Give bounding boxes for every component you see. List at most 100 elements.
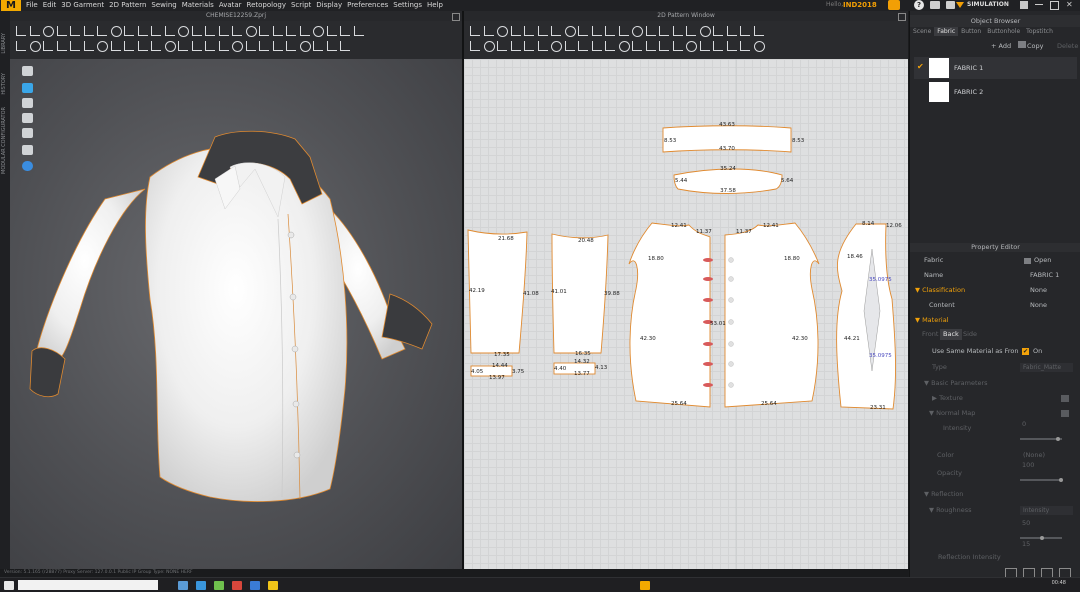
delete-button[interactable]: Delete <box>1057 42 1078 50</box>
toolbar-3d-tool-0-22-icon[interactable] <box>313 26 324 37</box>
toolbar-2d-tool-1-4-icon[interactable] <box>524 41 534 51</box>
toolbar-2d-tool-0-1-icon[interactable] <box>483 26 494 36</box>
toolbar-2d-tool-1-14-icon[interactable] <box>659 41 669 51</box>
toolbar-2d-tool-0-9-icon[interactable] <box>591 26 602 36</box>
fabric-item-1[interactable]: ✔ FABRIC 1 <box>914 57 1077 79</box>
toolbar-3d-tool-0-8-icon[interactable] <box>124 26 134 36</box>
toolbar-3d-tool-0-11-icon[interactable] <box>164 26 175 36</box>
taskbar-app-icon-3[interactable] <box>214 581 224 590</box>
tab-back[interactable]: Back <box>940 329 962 340</box>
window-icon[interactable] <box>1020 1 1028 9</box>
toolbar-3d-tool-0-24-icon[interactable] <box>340 26 350 36</box>
pattern-tool-icon[interactable] <box>22 83 33 93</box>
simulation-label[interactable]: SIMULATION <box>967 1 1009 8</box>
toolbar-2d-tool-1-13-icon[interactable] <box>645 41 656 51</box>
toolbar-3d-tool-0-15-icon[interactable] <box>218 26 229 36</box>
share-icon[interactable] <box>946 1 955 9</box>
toolbar-3d-tool-1-9-icon[interactable] <box>137 41 148 51</box>
toolbar-3d-tool-1-11-icon[interactable] <box>164 41 176 52</box>
toolbar-3d-tool-1-13-icon[interactable] <box>191 41 202 51</box>
toolbar-2d-tool-1-7-icon[interactable] <box>564 41 575 51</box>
toolbar-2d-tool-0-18-icon[interactable] <box>713 26 723 36</box>
menu-item-edit[interactable]: Edit <box>43 0 57 11</box>
toolbar-2d-tool-0-5-icon[interactable] <box>537 26 548 36</box>
taskbar-search-box[interactable] <box>18 580 158 590</box>
menu-item-display[interactable]: Display <box>316 0 342 11</box>
toolbar-3d-tool-0-10-icon[interactable] <box>151 26 161 36</box>
toolbar-2d-tool-0-20-icon[interactable] <box>740 26 750 36</box>
basic-params-toggle[interactable]: ▼ Basic Parameters <box>924 376 988 391</box>
toolbar-2d-tool-1-6-icon[interactable] <box>551 41 562 52</box>
toolbar-2d-tool-0-15-icon[interactable] <box>672 26 683 36</box>
roughness-toggle[interactable]: ▼ Roughness <box>929 503 972 518</box>
toolbar-3d-tool-0-4-icon[interactable] <box>70 26 80 36</box>
taskbar-app-icon-md[interactable] <box>640 581 650 590</box>
expand-3d-icon[interactable] <box>452 13 460 21</box>
toolbar-2d-tool-0-21-icon[interactable] <box>753 26 764 36</box>
start-icon[interactable] <box>4 581 14 590</box>
intensity-slider-knob[interactable] <box>1056 437 1060 441</box>
name-value[interactable]: FABRIC 1 <box>1030 268 1059 283</box>
toolbar-3d-tool-0-0-icon[interactable] <box>16 26 26 36</box>
toolbar-2d-tool-1-15-icon[interactable] <box>672 41 683 51</box>
taskbar-app-icon-2[interactable] <box>196 581 206 590</box>
toolbar-3d-tool-1-24-icon[interactable] <box>340 41 350 51</box>
toolbar-2d-tool-0-16-icon[interactable] <box>686 26 696 36</box>
viewport-3d[interactable] <box>10 59 462 569</box>
menu-item-file[interactable]: File <box>26 0 38 11</box>
toolbar-3d-tool-1-15-icon[interactable] <box>218 41 229 51</box>
toolbar-2d-tool-0-19-icon[interactable] <box>726 26 737 36</box>
toolbar-3d-tool-1-5-icon[interactable] <box>83 41 94 51</box>
toolbar-2d-tool-1-3-icon[interactable] <box>510 41 521 51</box>
person-tool-icon[interactable] <box>22 98 33 108</box>
classification-toggle[interactable]: ▼ Classification <box>915 283 965 298</box>
toolbar-3d-tool-1-20-icon[interactable] <box>286 41 296 51</box>
toolbar-2d-tool-1-1-icon[interactable] <box>483 41 495 52</box>
notification-icon[interactable] <box>888 0 900 10</box>
intensity-slider[interactable] <box>1020 437 1062 441</box>
close-icon[interactable]: ✕ <box>1066 0 1073 10</box>
toolbar-3d-tool-0-13-icon[interactable] <box>191 26 202 36</box>
toolbar-3d-tool-1-22-icon[interactable] <box>313 41 323 51</box>
opacity-slider[interactable] <box>1020 478 1063 482</box>
toolbar-3d-tool-1-3-icon[interactable] <box>56 41 67 51</box>
roughness-select[interactable]: Intensity <box>1020 506 1073 515</box>
use-same-checkbox[interactable]: ✔ <box>1022 348 1029 355</box>
toolbar-3d-tool-0-1-icon[interactable] <box>29 26 40 36</box>
tab-front[interactable]: Front <box>922 327 938 342</box>
toolbar-2d-tool-1-19-icon[interactable] <box>726 41 737 51</box>
toolbar-3d-tool-0-18-icon[interactable] <box>259 26 269 36</box>
menu-item-materials[interactable]: Materials <box>182 0 214 11</box>
toolbar-2d-tool-1-21-icon[interactable] <box>753 41 765 52</box>
normal-map-toggle[interactable]: ▼ Normal Map <box>929 406 975 421</box>
fabric-item-2[interactable]: FABRIC 2 <box>914 81 1077 103</box>
toolbar-2d-tool-1-17-icon[interactable] <box>699 41 710 51</box>
toolbar-3d-tool-0-19-icon[interactable] <box>272 26 283 36</box>
classification-value[interactable]: None <box>1030 283 1047 298</box>
toolbar-2d-tool-0-0-icon[interactable] <box>470 26 480 36</box>
toolbar-2d-tool-1-5-icon[interactable] <box>537 41 548 51</box>
toolbar-3d-tool-1-19-icon[interactable] <box>272 41 283 51</box>
layers-tool-icon[interactable] <box>22 113 33 123</box>
menu-item-retopology[interactable]: Retopology <box>247 0 286 11</box>
toolbar-2d-tool-0-10-icon[interactable] <box>605 26 615 36</box>
toolbar-2d-tool-1-0-icon[interactable] <box>470 41 480 51</box>
toolbar-3d-tool-0-21-icon[interactable] <box>299 26 310 36</box>
toolbar-3d-tool-0-14-icon[interactable] <box>205 26 215 36</box>
toolbar-2d-tool-1-20-icon[interactable] <box>740 41 750 51</box>
toolbar-3d-tool-0-12-icon[interactable] <box>178 26 189 37</box>
toolbar-3d-tool-1-8-icon[interactable] <box>124 41 134 51</box>
taskbar-app-icon-4[interactable] <box>232 581 242 590</box>
toolbar-2d-tool-0-6-icon[interactable] <box>551 26 561 36</box>
toolbar-3d-tool-0-17-icon[interactable] <box>245 26 257 37</box>
toolbar-3d-tool-0-3-icon[interactable] <box>56 26 67 36</box>
toolbar-3d-tool-1-16-icon[interactable] <box>232 41 243 52</box>
library-tab[interactable]: LIBRARY <box>1 33 7 54</box>
toolbar-2d-tool-0-11-icon[interactable] <box>618 26 629 36</box>
toolbar-3d-tool-1-4-icon[interactable] <box>70 41 80 51</box>
modular-configurator-tab[interactable]: MODULAR CONFIGURATOR <box>1 107 7 174</box>
open-button[interactable]: Open <box>1034 253 1051 268</box>
menu-item-script[interactable]: Script <box>291 0 311 11</box>
toolbar-2d-tool-1-16-icon[interactable] <box>686 41 697 52</box>
toolbar-2d-tool-0-2-icon[interactable] <box>497 26 508 37</box>
